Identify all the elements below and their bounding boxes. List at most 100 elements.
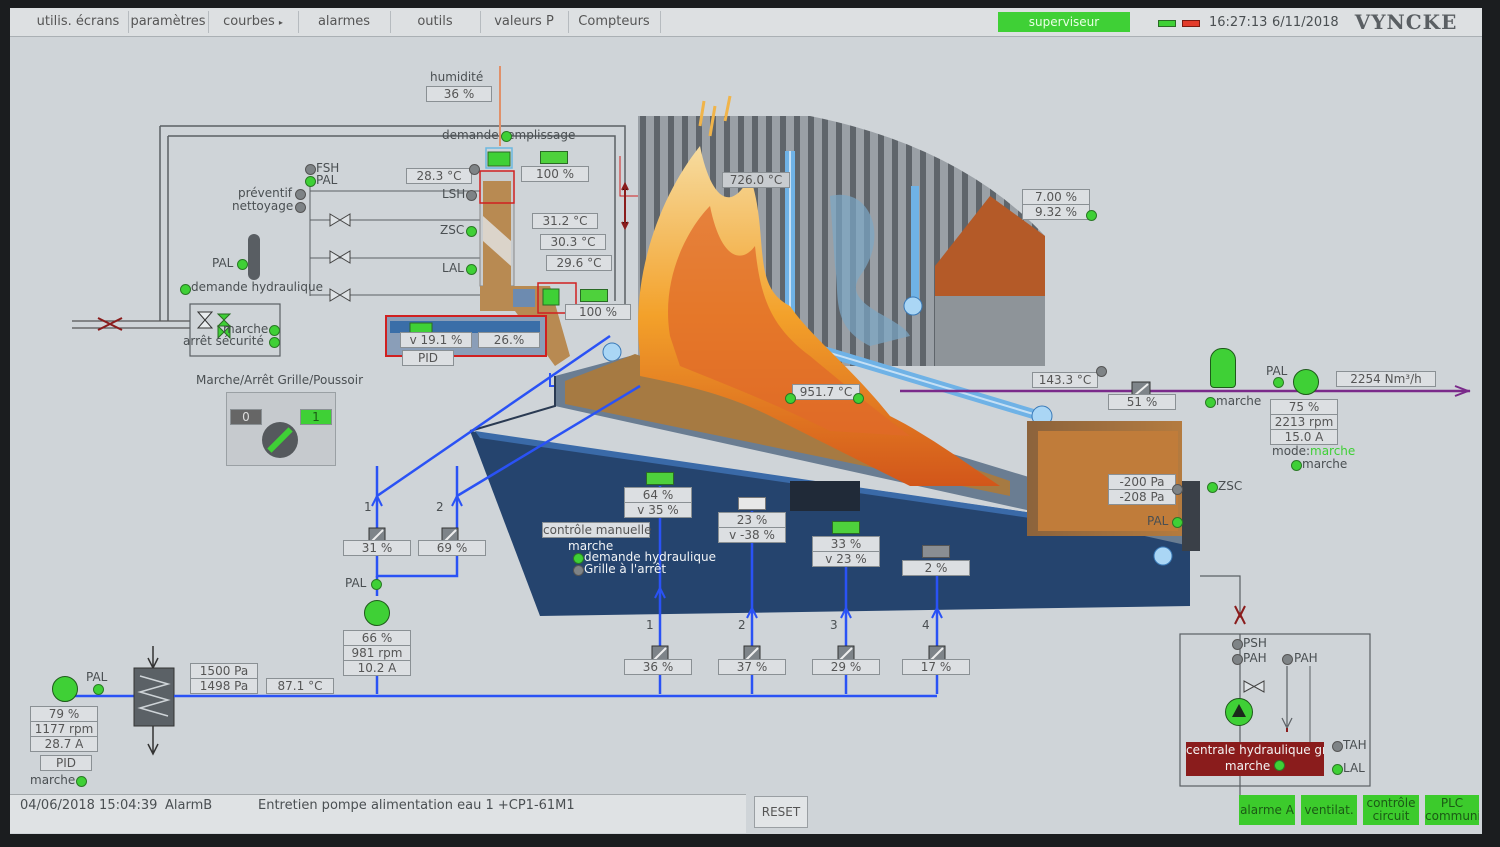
cleaning-indicator: [295, 202, 306, 213]
flue-pal-indicator: [1273, 377, 1284, 388]
water-pump-icon: [52, 676, 78, 702]
plc-communication-button[interactable]: PLC communicati: [1425, 795, 1479, 825]
fill-percent-2: 100 %: [565, 304, 631, 320]
zone2-speed: v -38 %: [718, 527, 786, 543]
flue-fan-percent: 75 %: [1270, 399, 1338, 415]
cleaning-label: nettoyage: [232, 199, 294, 213]
pal-accumulator-label: PAL: [212, 256, 234, 270]
furnace-pressure-indicator: [1172, 484, 1183, 495]
grille-off-indicator: 0: [230, 409, 262, 425]
lsh-label: LSH: [442, 187, 466, 201]
air-fan-current: 10.2 A: [343, 660, 411, 676]
key-red-icon: [1182, 20, 1200, 27]
door-zsc-indicator: [1207, 482, 1218, 493]
menu-parametres[interactable]: paramètres: [128, 11, 209, 33]
feed-temperature: 28.3 °C: [406, 168, 472, 184]
flue-fan-pump-icon: [1293, 369, 1319, 395]
hydraulic-demand-label: demande hydraulique: [191, 280, 323, 294]
flue-fan-icon: [1210, 348, 1236, 388]
menu-alarmes[interactable]: alarmes: [298, 11, 391, 33]
zone4-lamp: [922, 545, 950, 558]
tah-indicator: [1332, 741, 1343, 752]
lal-indicator: [466, 264, 477, 275]
reset-button[interactable]: RESET: [754, 796, 808, 828]
zone1-lamp: [646, 472, 674, 485]
damper2-position: 69 %: [418, 540, 486, 556]
furnace-top-temp: 726.0 °C: [722, 172, 790, 188]
hydraulic-station-marche-indicator: [1274, 760, 1286, 771]
circuit-control-button[interactable]: contrôle circuit: [1363, 795, 1419, 825]
damper1-position: 31 %: [343, 540, 411, 556]
flue-fan-current: 15.0 A: [1270, 429, 1338, 445]
flue-fan-marche2-label: marche: [1302, 457, 1348, 471]
underfire2-label: 2: [738, 618, 746, 632]
air-fan-percent: 66 %: [343, 630, 411, 646]
water-pump-percent: 79 %: [30, 706, 98, 722]
alarm-timestamp: 04/06/2018 15:04:39: [20, 798, 158, 813]
water-pump-current: 28.7 A: [30, 736, 98, 752]
pump-triangle-icon: [1232, 704, 1246, 717]
menu-compteurs[interactable]: Compteurs: [568, 11, 661, 33]
zone1-speed: v 35 %: [624, 502, 692, 518]
underfire3-position: 29 %: [812, 659, 880, 675]
humidity-value: 36 %: [426, 86, 492, 102]
air-fan-pump-icon: [364, 600, 390, 626]
grille-switch-title: Marche/Arrêt Grille/Poussoir: [196, 373, 364, 387]
manual-control-button[interactable]: contrôle manuelle: [542, 522, 651, 538]
o2-indicator: [1086, 210, 1097, 221]
pusher-speed: v 19.1 %: [400, 332, 472, 348]
menu-valeurs-p[interactable]: valeurs P: [480, 11, 569, 33]
water-pal-label: PAL: [86, 670, 108, 684]
flue-fan-rpm: 2213 rpm: [1270, 414, 1338, 430]
ventilation-button[interactable]: ventilat.: [1301, 795, 1357, 825]
fsh-indicator: [305, 164, 316, 175]
grate-stopped-indicator: [573, 565, 584, 576]
o2-measure-2: 9.32 %: [1022, 204, 1090, 220]
hydraulic-station-panel[interactable]: centrale hydraulique gri marche: [1186, 742, 1324, 776]
psh-indicator: [1232, 639, 1243, 650]
door-pal-indicator: [1172, 517, 1183, 528]
menu-arrow-icon: ▸: [278, 18, 283, 27]
damper1-label: 1: [364, 500, 372, 514]
scada-screen: utilis. écrans paramètres courbes ▸ alar…: [10, 8, 1482, 834]
lal-hydraulic-indicator: [1332, 764, 1343, 775]
pusher-pid-button[interactable]: PID: [402, 350, 454, 366]
flue-fan-marche-label: marche: [1216, 394, 1262, 408]
air-fan-pal-indicator: [371, 579, 382, 590]
menu-courbes[interactable]: courbes ▸: [208, 11, 299, 33]
furnace-pressure-2: -208 Pa: [1108, 489, 1176, 505]
flue-fan-marche-indicator: [1205, 397, 1216, 408]
menu-bar: utilis. écrans paramètres courbes ▸ alar…: [10, 8, 1482, 37]
preventive-label: préventif: [238, 186, 293, 200]
hydraulic-station-title: centrale hydraulique gri: [1186, 743, 1324, 757]
lsh-indicator: [466, 190, 477, 201]
pal-accumulator-indicator: [237, 259, 248, 270]
zone3-speed: v 23 %: [812, 551, 880, 567]
air-fan-rpm: 981 rpm: [343, 645, 411, 661]
air-fan-pal-label: PAL: [345, 576, 367, 590]
o2-measure-1: 7.00 %: [1022, 189, 1090, 205]
hydraulic-demand-indicator: [180, 284, 191, 295]
tah-label: TAH: [1343, 738, 1367, 752]
hopper-temp-3: 29.6 °C: [546, 255, 612, 271]
grille-rotary-switch[interactable]: [262, 422, 298, 458]
zsc-label: ZSC: [440, 223, 465, 237]
menu-utilis-ecrans[interactable]: utilis. écrans: [28, 11, 129, 33]
fill-percent-1: 100 %: [521, 166, 589, 182]
door-pal-label: PAL: [1147, 514, 1169, 528]
menu-outils[interactable]: outils: [390, 11, 481, 33]
alarm-a-button[interactable]: alarme A: [1239, 795, 1295, 825]
flue-damper-position: 51 %: [1108, 394, 1176, 410]
zone1-percent: 64 %: [624, 487, 692, 503]
underfire4-label: 4: [922, 618, 930, 632]
user-badge[interactable]: superviseur: [998, 12, 1130, 32]
zsc-indicator: [466, 226, 477, 237]
key-green-icon: [1158, 20, 1176, 27]
flue-gas-flow: 2254 Nm³/h: [1336, 371, 1436, 387]
zone3-percent: 33 %: [812, 536, 880, 552]
flue-fan-mode-label: mode:: [1272, 444, 1311, 458]
zone2-percent: 23 %: [718, 512, 786, 528]
hydraulic-station-status: marche: [1186, 758, 1324, 774]
water-pid-button[interactable]: PID: [40, 755, 92, 771]
flue-gas-temp-indicator: [1096, 366, 1107, 377]
